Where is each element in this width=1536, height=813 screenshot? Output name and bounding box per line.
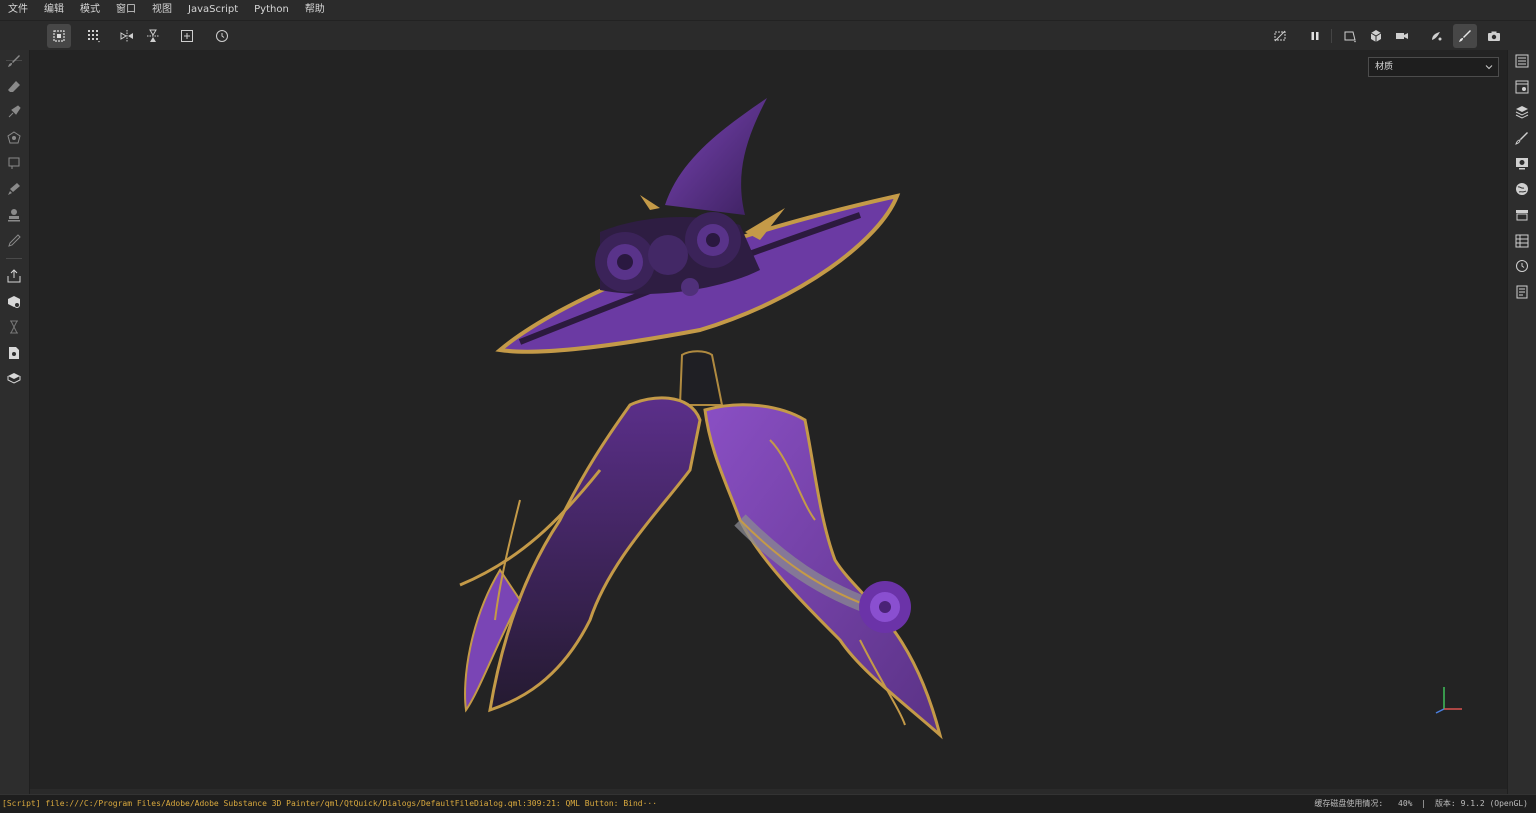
menu-python[interactable]: Python [246, 0, 297, 20]
stamp-tool-icon[interactable] [7, 208, 21, 222]
menu-view[interactable]: 视图 [144, 0, 180, 20]
properties-icon[interactable] [1515, 131, 1529, 145]
plane-icon [1344, 31, 1356, 43]
disk-usage-value: 40% [1398, 799, 1413, 808]
status-right-group: 缓存磁盘使用情况: 40% | 版本: 9.1.2 (OpenGL) [1314, 795, 1528, 813]
menu-file[interactable]: 文件 [0, 0, 36, 20]
bake-icon[interactable] [7, 295, 21, 309]
polygon-fill-icon[interactable] [7, 131, 21, 145]
grid-dots-icon [88, 30, 100, 43]
lighting-button[interactable] [1424, 24, 1448, 48]
paint-mode-button[interactable] [1453, 24, 1477, 48]
frame-plus-icon [181, 30, 193, 42]
menu-help[interactable]: 帮助 [297, 0, 333, 20]
symmetry-horizontal-icon [120, 30, 133, 42]
video-camera-icon [1396, 33, 1408, 39]
camera-button[interactable] [1390, 24, 1414, 48]
clone-tool-icon[interactable] [7, 182, 21, 196]
light-icon [1432, 32, 1442, 41]
cape-rose [859, 581, 911, 633]
cube-icon [1370, 30, 1382, 42]
shelf-icon[interactable] [1515, 208, 1529, 222]
eye-slash-icon [1274, 30, 1286, 42]
menu-window[interactable]: 窗口 [108, 0, 144, 20]
mesh-icon[interactable] [7, 371, 21, 385]
pause-icon [1311, 32, 1319, 40]
cape [459, 350, 943, 740]
status-separator: | [1421, 799, 1427, 808]
grid-select-icon [53, 30, 65, 42]
disk-usage-label: 缓存磁盘使用情况: [1314, 799, 1384, 808]
color-picker-icon[interactable] [7, 234, 21, 248]
brush-tool-icon[interactable] [7, 54, 21, 68]
export-icon[interactable] [7, 269, 21, 283]
menu-javascript[interactable]: JavaScript [180, 0, 246, 20]
left-toolbar [0, 50, 30, 794]
camera-icon [1488, 31, 1500, 41]
projection-tool-icon[interactable] [7, 105, 21, 119]
mirror-x-button[interactable] [115, 24, 139, 48]
3d-viewport[interactable]: 材质 [30, 50, 1507, 789]
witch-hat [495, 98, 901, 354]
smudge-tool-icon[interactable] [7, 156, 21, 170]
status-bar: [Script] file:///C:/Program Files/Adobe/… [0, 794, 1536, 813]
mirror-y-button[interactable] [141, 24, 165, 48]
history-button[interactable] [210, 24, 234, 48]
3d-view-button[interactable] [1364, 24, 1388, 48]
texture-set-settings-icon[interactable] [1515, 80, 1529, 94]
tile-grid-button[interactable] [82, 24, 106, 48]
right-panel-bar [1507, 50, 1536, 794]
timer-icon[interactable] [7, 320, 21, 334]
menu-edit[interactable]: 编辑 [36, 0, 72, 20]
version-label: 版本: 9.1.2 (OpenGL) [1434, 799, 1528, 808]
texture-set-list-icon[interactable] [1515, 54, 1529, 68]
brush-icon [1459, 30, 1471, 42]
fit-view-button[interactable] [175, 24, 199, 48]
history-icon [216, 30, 228, 42]
eraser-tool-icon[interactable] [7, 80, 21, 94]
environment-icon[interactable] [1515, 182, 1529, 196]
table-icon[interactable] [1515, 234, 1529, 248]
document-icon[interactable] [7, 346, 21, 360]
layers-icon[interactable] [1515, 105, 1529, 119]
history-icon[interactable] [1515, 259, 1529, 273]
hide-button[interactable] [1268, 24, 1292, 48]
display-settings-icon[interactable] [1515, 156, 1529, 170]
log-icon[interactable] [1515, 285, 1529, 299]
log-message[interactable]: [Script] file:///C:/Program Files/Adobe/… [2, 795, 657, 813]
menu-mode[interactable]: 模式 [72, 0, 108, 20]
axis-gizmo [1435, 687, 1462, 714]
toolbar [0, 20, 1536, 50]
witch-hat-cape-model [459, 98, 943, 740]
menu-bar: 文件 编辑 模式 窗口 视图 JavaScript Python 帮助 [0, 0, 1536, 20]
pause-button[interactable] [1303, 24, 1327, 48]
screenshot-button[interactable] [1482, 24, 1506, 48]
symmetry-vertical-icon [147, 29, 159, 42]
2d-view-button[interactable] [1338, 24, 1362, 48]
toolbar-separator [1331, 29, 1332, 43]
toolbar-separator [6, 258, 22, 259]
uv-tile-button[interactable] [47, 24, 71, 48]
